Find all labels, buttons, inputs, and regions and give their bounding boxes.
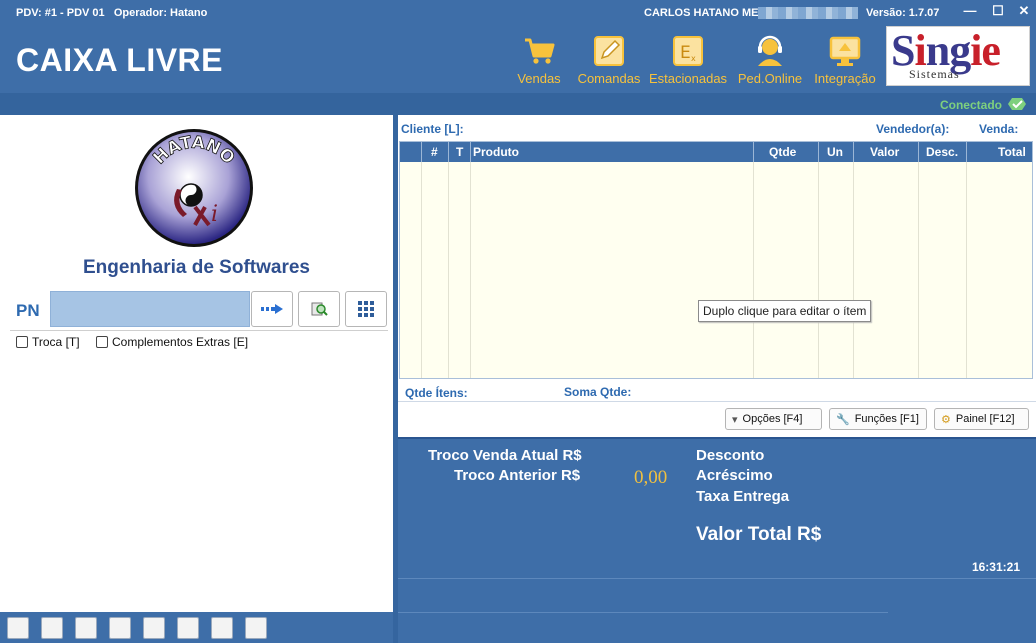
nav-vendas-label: Vendas [517,71,561,86]
minimize-button[interactable]: — [960,3,980,19]
qtde-itens-label: Qtde Ítens: [405,386,468,400]
desconto-label: Desconto [696,447,765,464]
nav-ped-online-label: Ped.Online [737,71,803,86]
singie-logo: Singie Sistemas [886,26,1030,86]
svg-text:E: E [680,43,691,63]
export-icon[interactable] [75,617,97,639]
venda-label: Venda: [979,122,1019,136]
bottom-toolbar [0,612,393,643]
search-icon [311,302,328,316]
valor-total-label: Valor Total R$ [696,524,822,545]
redacted-field [758,7,858,19]
monitor-integration-icon [829,36,861,66]
barcode-icon[interactable] [109,617,131,639]
close-button[interactable]: ✕ [1014,3,1034,19]
keyboard-icon[interactable] [245,617,267,639]
col-number[interactable]: # [431,145,438,159]
pn-label: PN [16,301,40,320]
pdv-operator-info: PDV: #1 - PDV 01 Operador: Hatano [16,7,207,19]
col-type[interactable]: T [456,145,463,159]
edit-item-tooltip: Duplo clique para editar o ítem [698,300,872,322]
nav-vendas-button[interactable]: Vendas [516,34,562,90]
clock: 16:31:21 [971,560,1020,574]
checkbox-box[interactable] [96,336,108,348]
checkbox-box[interactable] [16,336,28,348]
col-qtde[interactable]: Qtde [769,145,796,159]
parked-sale-icon: E x [673,36,703,66]
nav-comandas-label: Comandas [577,71,641,86]
soma-qtde-label: Soma Qtde: [564,385,632,399]
grid-menu-button[interactable] [345,291,387,327]
painel-label: Painel [F12] [955,413,1015,425]
painel-button[interactable]: ⚙ Painel [F12] [934,408,1029,430]
col-un[interactable]: Un [827,145,843,159]
connected-check-icon [1008,98,1026,110]
complementos-checkbox[interactable]: Complementos Extras [E] [96,335,248,349]
footer-strip: 16:31:21 [398,554,1036,643]
logo-subtitle: Sistemas [909,67,960,81]
gear-icon: ⚙ [941,413,951,426]
col-desc[interactable]: Desc. [926,145,958,159]
document-export-icon[interactable] [177,617,199,639]
svg-text:i: i [211,202,218,227]
right-panel: Cliente [L]: Vendedor(a): Venda: # T Pro… [398,115,1036,437]
hatano-seal-logo: HATANO i [135,129,253,247]
nav-estacionadas-label: Estacionadas [649,71,728,86]
header: CAIXA LIVRE Vendas Comandas E x Estacion… [0,26,1036,93]
nav-integracao-button[interactable]: Integração [812,34,878,90]
col-produto[interactable]: Produto [473,145,519,159]
funcoes-label: Funções [F1] [854,413,919,425]
troca-checkbox[interactable]: Troca [T] [16,335,80,349]
page-title: CAIXA LIVRE [16,42,223,78]
col-valor[interactable]: Valor [870,145,899,159]
acrescimo-label: Acréscimo [696,467,773,484]
connection-status: Conectado [939,98,1002,112]
tag-icon[interactable] [41,617,63,639]
left-panel: HATANO i Engenharia de Softwares PN Troc… [0,115,393,612]
grid-header: # T Produto Qtde Un Valor Desc. Total [400,142,1032,162]
nav-ped-online-button[interactable]: Ped.Online [737,34,803,90]
taxa-entrega-label: Taxa Entrega [696,488,790,505]
complementos-label: Complementos Extras [E] [112,335,249,349]
nav-integracao-label: Integração [814,71,876,86]
note-icon[interactable] [211,617,233,639]
opcoes-label: Opções [F4] [742,413,803,425]
edit-note-icon [594,36,624,66]
company-user-name: CARLOS HATANO ME [644,7,759,19]
title-bar: PDV: #1 - PDV 01 Operador: Hatano CARLOS… [0,0,1036,26]
nav-estacionadas-button[interactable]: E x Estacionadas [649,34,727,90]
headset-user-icon [758,35,782,66]
open-folder-icon[interactable] [7,617,29,639]
document-add-icon[interactable] [143,617,165,639]
vendedor-label: Vendedor(a): [876,122,950,136]
svg-text:x: x [691,54,696,63]
maximize-button[interactable]: ☐ [988,3,1008,19]
nav-comandas-button[interactable]: Comandas [577,34,641,90]
company-tagline: Engenharia de Softwares [82,257,310,278]
product-code-input[interactable] [50,291,250,327]
col-total[interactable]: Total [998,145,1026,159]
troca-label: Troca [T] [32,335,80,349]
troco-atual-label: Troco Venda Atual R$ [428,447,582,464]
quantity-summary-bar: Qtde Ítens: Soma Qtde: [398,379,1036,402]
opcoes-button[interactable]: ▾ Opções [F4] [725,408,822,430]
confirm-arrow-button[interactable] [251,291,293,327]
version-label: Versão: 1.7.07 [866,7,940,19]
grid-icon [358,301,374,317]
operator-info: Operador: Hatano [113,7,208,19]
chevron-down-icon: ▾ [732,413,738,426]
items-grid[interactable]: # T Produto Qtde Un Valor Desc. Total Du… [399,141,1033,379]
troco-value: 0,00 [634,467,668,488]
wrench-icon: 🔧 [836,413,850,426]
cliente-label[interactable]: Cliente [L]: [401,122,464,136]
troco-anterior-label: Troco Anterior R$ [454,467,581,484]
pdv-info: PDV: #1 - PDV 01 [16,7,105,19]
arrow-right-icon [261,304,283,314]
totals-panel: Troco Venda Atual R$ Troco Anterior R$ 0… [398,437,1036,554]
divider [10,330,388,331]
search-product-button[interactable] [298,291,340,327]
status-strip: Conectado [0,93,1036,115]
funcoes-button[interactable]: 🔧 Funções [F1] [829,408,927,430]
cart-icon [525,38,555,64]
